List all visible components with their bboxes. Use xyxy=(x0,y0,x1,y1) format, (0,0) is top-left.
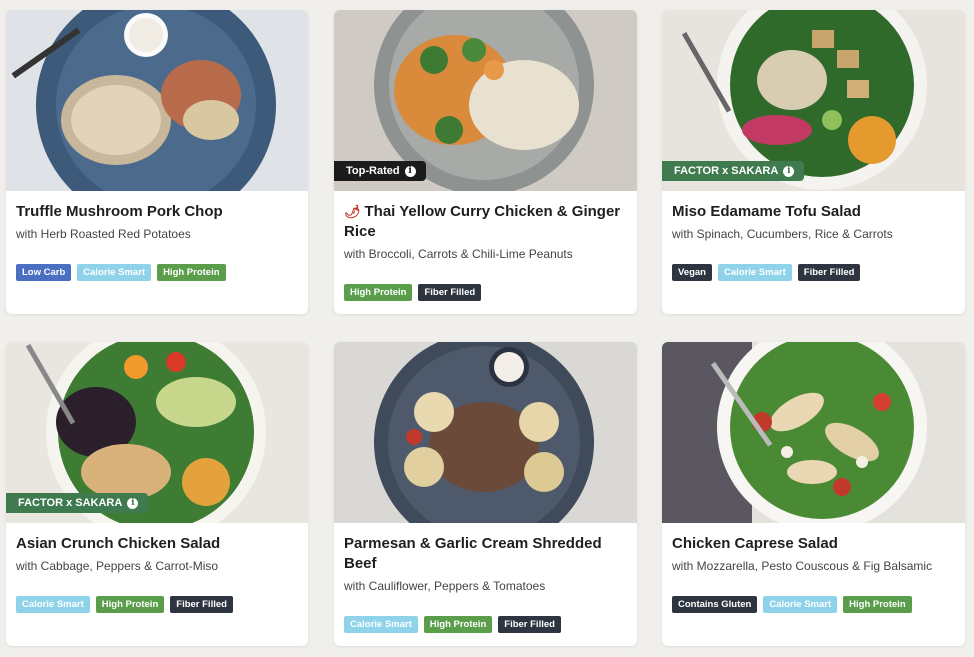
meal-tags: Calorie Smart High Protein Fiber Filled xyxy=(344,616,627,633)
meal-subtitle: with Mozzarella, Pesto Couscous & Fig Ba… xyxy=(672,559,933,573)
tag-calorie-smart: Calorie Smart xyxy=(344,616,418,633)
meal-tags: Vegan Calorie Smart Fiber Filled xyxy=(672,264,955,281)
tag-high-protein: High Protein xyxy=(344,284,413,301)
meal-card-truffle-pork-chop[interactable]: Truffle Mushroom Pork Chop with Herb Roa… xyxy=(6,10,308,314)
ribbon-label: FACTOR x SAKARA xyxy=(674,165,779,177)
meal-title[interactable]: Asian Crunch Chicken Salad xyxy=(16,534,298,554)
meal-card-miso-edamame-tofu[interactable]: FACTOR x SAKARA i Miso Edamame Tofu Sala… xyxy=(662,10,965,314)
meal-subtitle: with Spinach, Cucumbers, Rice & Carrots xyxy=(672,227,893,241)
meal-photo: Top-Rated i xyxy=(334,10,637,191)
tag-calorie-smart: Calorie Smart xyxy=(763,596,838,613)
meal-title[interactable]: Chicken Caprese Salad xyxy=(672,534,955,554)
meal-photo: FACTOR x SAKARA i xyxy=(662,10,965,191)
tag-fiber-filled: Fiber Filled xyxy=(170,596,233,613)
meal-subtitle: with Cauliflower, Peppers & Tomatoes xyxy=(344,579,546,593)
tag-high-protein: High Protein xyxy=(157,264,226,281)
meal-card-asian-crunch-chicken[interactable]: FACTOR x SAKARA i Asian Crunch Chicken S… xyxy=(6,342,308,646)
tag-calorie-smart: Calorie Smart xyxy=(77,264,152,281)
meal-title[interactable]: 🌶 Thai Yellow Curry Chicken & Ginger Rice xyxy=(344,202,627,242)
meal-title[interactable]: Parmesan & Garlic Cream Shredded Beef xyxy=(344,534,627,574)
meal-tags: High Protein Fiber Filled xyxy=(344,284,627,301)
tag-fiber-filled: Fiber Filled xyxy=(418,284,482,301)
chili-pepper-icon: 🌶 xyxy=(344,204,361,219)
meal-tags: Contains Gluten Calorie Smart High Prote… xyxy=(672,596,955,613)
tag-contains-gluten: Contains Gluten xyxy=(672,596,758,613)
meal-card-chicken-caprese-salad[interactable]: Chicken Caprese Salad with Mozzarella, P… xyxy=(662,342,965,646)
tag-vegan: Vegan xyxy=(672,264,712,281)
meal-title[interactable]: Truffle Mushroom Pork Chop xyxy=(16,202,298,222)
meal-tags: Calorie Smart High Protein Fiber Filled xyxy=(16,596,298,613)
meal-subtitle: with Herb Roasted Red Potatoes xyxy=(16,227,191,241)
tag-high-protein: High Protein xyxy=(423,616,493,633)
tag-high-protein: High Protein xyxy=(843,596,912,613)
meal-card-thai-yellow-curry[interactable]: Top-Rated i 🌶 Thai Yellow Curry Chicken &… xyxy=(334,10,637,314)
meal-photo xyxy=(6,10,308,191)
meal-photo: FACTOR x SAKARA i xyxy=(6,342,308,523)
meal-subtitle: with Broccoli, Carrots & Chili-Lime Pean… xyxy=(344,247,573,261)
tag-calorie-smart: Calorie Smart xyxy=(16,596,90,613)
factor-sakara-badge[interactable]: FACTOR x SAKARA i xyxy=(662,161,805,181)
meal-photo xyxy=(662,342,965,523)
tag-calorie-smart: Calorie Smart xyxy=(718,264,792,281)
top-rated-badge[interactable]: Top-Rated i xyxy=(334,161,426,181)
tag-fiber-filled: Fiber Filled xyxy=(797,264,861,281)
meal-title-text: Thai Yellow Curry Chicken & Ginger Rice xyxy=(344,203,621,240)
factor-sakara-badge[interactable]: FACTOR x SAKARA i xyxy=(6,493,149,513)
meal-subtitle: with Cabbage, Peppers & Carrot-Miso xyxy=(16,559,219,573)
tag-fiber-filled: Fiber Filled xyxy=(498,616,561,633)
meal-card-parmesan-shredded-beef[interactable]: Parmesan & Garlic Cream Shredded Beef wi… xyxy=(334,342,637,646)
ribbon-label: Top-Rated xyxy=(346,165,400,177)
tag-low-carb: Low Carb xyxy=(16,264,72,281)
info-icon[interactable]: i xyxy=(404,165,416,177)
info-icon[interactable]: i xyxy=(783,165,795,177)
meal-photo xyxy=(334,342,637,523)
ribbon-label: FACTOR x SAKARA xyxy=(18,497,123,509)
meal-title[interactable]: Miso Edamame Tofu Salad xyxy=(672,202,955,222)
tag-high-protein: High Protein xyxy=(95,596,165,613)
meal-tags: Low Carb Calorie Smart High Protein xyxy=(16,264,298,281)
info-icon[interactable]: i xyxy=(127,497,139,509)
